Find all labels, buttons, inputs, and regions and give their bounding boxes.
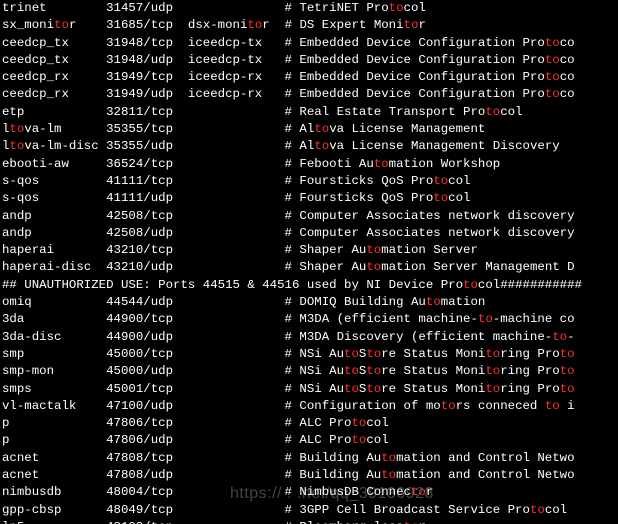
service-row: acnet 47808/tcp # Building Automation an… bbox=[2, 451, 575, 465]
service-row: omiq 44544/udp # DOMIQ Building Automati… bbox=[2, 295, 485, 309]
service-row: ebooti-aw 36524/tcp # Febooti Automation… bbox=[2, 157, 500, 171]
service-row: acnet 47808/udp # Building Automation an… bbox=[2, 468, 575, 482]
service-row: etp 32811/tcp # Real Estate Transport Pr… bbox=[2, 105, 523, 119]
service-row: 3da 44900/tcp # M3DA (efficient machine-… bbox=[2, 312, 575, 326]
service-row: smp 45000/tcp # NSi AutoStore Status Mon… bbox=[2, 347, 575, 361]
service-row: ceedcp_tx 31948/tcp iceedcp-tx # Embedde… bbox=[2, 36, 575, 50]
service-row: ceedcp_rx 31949/tcp iceedcp-rx # Embedde… bbox=[2, 70, 575, 84]
service-row: lp5 48129/tcp # Bloomberg locator bbox=[2, 520, 426, 524]
service-row: haperai-disc 43210/udp # Shaper Automati… bbox=[2, 260, 575, 274]
service-row: s-qos 41111/tcp # Foursticks QoS Protoco… bbox=[2, 174, 470, 188]
service-row: andp 42508/udp # Computer Associates net… bbox=[2, 226, 575, 240]
service-row: ltova-lm 35355/tcp # Altova License Mana… bbox=[2, 122, 485, 136]
terminal-output: trinet 31457/udp # TetriNET Protocol sx_… bbox=[0, 0, 618, 524]
service-row: ceedcp_rx 31949/udp iceedcp-rx # Embedde… bbox=[2, 87, 575, 101]
service-row: p 47806/tcp # ALC Protocol bbox=[2, 416, 389, 430]
service-row: trinet 31457/udp # TetriNET Protocol bbox=[2, 1, 426, 15]
service-row: vl-mactalk 47100/udp # Configuration of … bbox=[2, 399, 575, 413]
service-row: andp 42508/tcp # Computer Associates net… bbox=[2, 209, 575, 223]
service-row: ltova-lm-disc 35355/udp # Altova License… bbox=[2, 139, 560, 153]
service-row: p 47806/udp # ALC Protocol bbox=[2, 433, 389, 447]
service-row: 3da-disc 44900/udp # M3DA Discovery (eff… bbox=[2, 330, 575, 344]
watermark: https:// . .net/qq_39136928 bbox=[230, 485, 434, 502]
service-row: smp-mon 45000/udp # NSi AutoStore Status… bbox=[2, 364, 575, 378]
service-row: sx_monitor 31685/tcp dsx-monitor # DS Ex… bbox=[2, 18, 426, 32]
service-row: haperai 43210/tcp # Shaper Automation Se… bbox=[2, 243, 478, 257]
service-row: gpp-cbsp 48049/tcp # 3GPP Cell Broadcast… bbox=[2, 503, 567, 517]
service-row: ceedcp_tx 31948/udp iceedcp-tx # Embedde… bbox=[2, 53, 575, 67]
service-row: smps 45001/tcp # NSi AutoStore Status Mo… bbox=[2, 382, 575, 396]
service-row: s-qos 41111/udp # Foursticks QoS Protoco… bbox=[2, 191, 470, 205]
